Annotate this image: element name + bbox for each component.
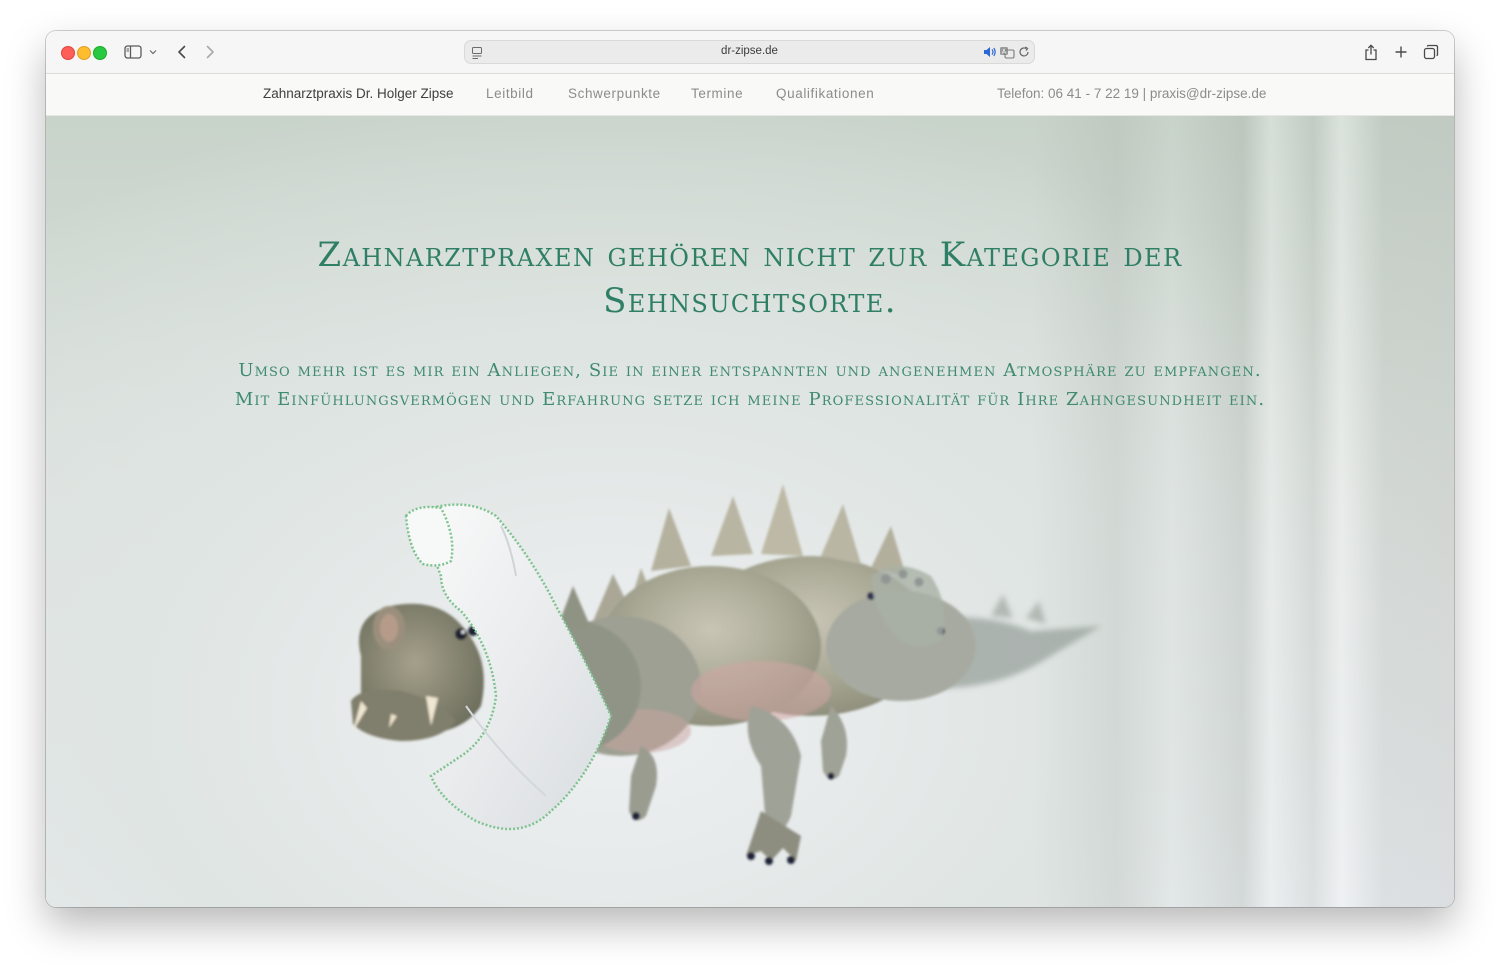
- site-brand-link[interactable]: Zahnarztpraxis Dr. Holger Zipse: [263, 86, 454, 101]
- site-navigation: Zahnarztpraxis Dr. Holger Zipse Leitbild…: [46, 74, 1454, 116]
- chevron-down-icon[interactable]: [146, 41, 160, 63]
- dragon-puppet-image: [351, 484, 1101, 865]
- hero-headline: Zahnarztpraxen gehören nicht zur Kategor…: [46, 232, 1454, 324]
- zoom-window-button[interactable]: [93, 46, 107, 60]
- nav-link-schwerpunkte[interactable]: Schwerpunkte: [568, 86, 661, 101]
- translate-icon[interactable]: A: [999, 44, 1015, 60]
- browser-window: dr-zipse.de A Zahnarztpraxis Dr. Holger …: [46, 31, 1454, 907]
- address-url[interactable]: dr-zipse.de: [465, 45, 1034, 57]
- nav-link-qualifikationen[interactable]: Qualifikationen: [776, 86, 874, 101]
- address-bar[interactable]: dr-zipse.de A: [464, 40, 1035, 64]
- tab-overview-icon[interactable]: [1420, 41, 1442, 63]
- hero-headline-line-2: Sehnsuchtsorte.: [603, 281, 897, 321]
- browser-toolbar: dr-zipse.de A: [46, 31, 1454, 74]
- nav-link-leitbild[interactable]: Leitbild: [486, 86, 534, 101]
- forward-arrow-icon[interactable]: [200, 41, 220, 63]
- hero-section: Zahnarztpraxen gehören nicht zur Kategor…: [46, 116, 1454, 907]
- nav-link-termine[interactable]: Termine: [691, 86, 743, 101]
- speaker-icon[interactable]: [983, 44, 997, 60]
- minimize-window-button[interactable]: [77, 46, 91, 60]
- hero-subtext: Umso mehr ist es mir ein Anliegen, Sie i…: [46, 356, 1454, 414]
- contact-info[interactable]: Telefon: 06 41 - 7 22 19 | praxis@dr-zip…: [997, 86, 1266, 101]
- new-tab-icon[interactable]: [1390, 41, 1412, 63]
- close-window-button[interactable]: [61, 46, 75, 60]
- back-arrow-icon[interactable]: [172, 41, 192, 63]
- hero-subtext-line-2: Mit Einfühlungsvermögen und Erfahrung se…: [234, 389, 1266, 410]
- hero-headline-line-1: Zahnarztpraxen gehören nicht zur Kategor…: [317, 235, 1183, 275]
- reload-icon[interactable]: [1018, 44, 1030, 60]
- share-icon[interactable]: [1360, 41, 1382, 63]
- sidebar-toggle-icon[interactable]: [122, 41, 144, 63]
- hero-subtext-line-1: Umso mehr ist es mir ein Anliegen, Sie i…: [238, 360, 1262, 381]
